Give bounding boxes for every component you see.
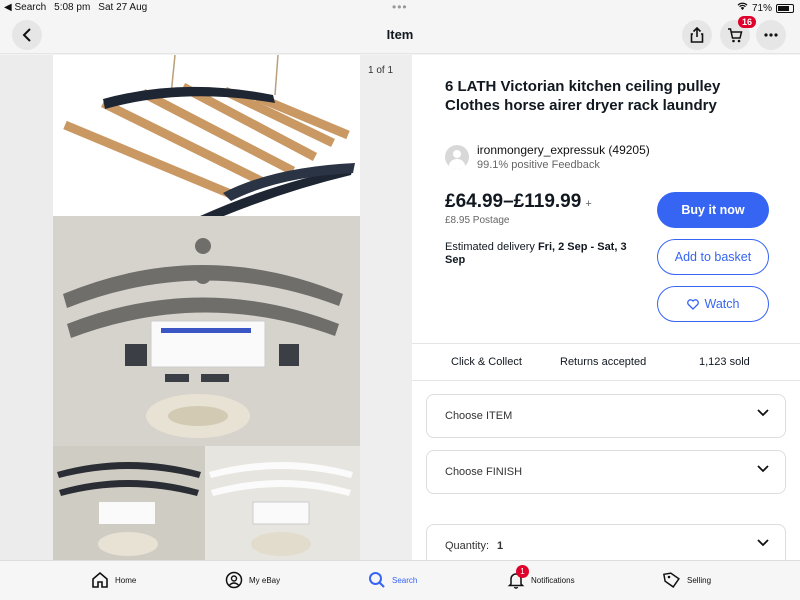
heart-icon <box>686 298 699 310</box>
postage-cost: £8.95 Postage <box>445 215 510 226</box>
tab-search[interactable]: Search <box>368 571 417 589</box>
quantity-label: Quantity: <box>445 540 490 552</box>
seller-name[interactable]: ironmongery_expressuk (49205) <box>477 143 650 157</box>
product-title: 6 LATH Victorian kitchen ceiling pulley … <box>445 78 721 114</box>
item-highlights: Click & Collect Returns accepted 1,123 s… <box>412 343 800 381</box>
cart-button[interactable]: 16 <box>720 16 756 50</box>
estimated-delivery: Estimated delivery Fri, 2 Sep - Sat, 3 S… <box>445 241 635 267</box>
status-time: 5:08 pm <box>54 2 91 13</box>
watch-button[interactable]: Watch <box>657 286 769 322</box>
back-to-app-link[interactable]: ◀ Search <box>4 2 46 13</box>
home-icon <box>92 571 108 588</box>
choose-item-select[interactable]: Choose ITEM <box>426 394 786 438</box>
bottom-tab-bar: Home My eBay Search 1 Notifications Sell… <box>0 560 800 600</box>
tab-notifications[interactable]: 1 Notifications <box>507 565 575 589</box>
multitask-dots[interactable]: ••• <box>392 0 408 14</box>
seller-feedback: 99.1% positive Feedback <box>477 159 600 171</box>
sold-count: 1,123 sold <box>699 356 750 368</box>
bell-icon-wrap: 1 <box>507 565 529 589</box>
price-plus: + <box>585 198 592 210</box>
wifi-icon <box>737 2 748 14</box>
chevron-down-icon <box>757 539 769 547</box>
choose-finish-select[interactable]: Choose FINISH <box>426 450 786 494</box>
product-photo-assembled[interactable] <box>53 55 360 231</box>
tab-selling-label: Selling <box>687 575 712 585</box>
status-date: Sat 27 Aug <box>98 2 148 13</box>
chevron-down-icon <box>757 409 769 417</box>
item-details: 6 LATH Victorian kitchen ceiling pulley … <box>412 55 800 568</box>
tab-selling[interactable]: Selling <box>663 571 711 589</box>
returns-label: Returns accepted <box>560 356 647 368</box>
cart-icon <box>728 27 743 42</box>
price-range: £64.99–£119.99 + <box>445 191 592 213</box>
buy-it-now-button[interactable]: Buy it now <box>657 192 769 228</box>
tab-my-ebay-label: My eBay <box>249 575 281 585</box>
tag-icon <box>663 572 680 588</box>
cart-count-badge: 16 <box>737 16 756 28</box>
product-photo-finishes[interactable] <box>53 446 360 560</box>
tab-my-ebay[interactable]: My eBay <box>225 571 280 589</box>
search-icon <box>369 572 385 588</box>
seller-info[interactable]: ironmongery_expressuk (49205) 99.1% posi… <box>445 143 650 171</box>
gallery-side-panel: 1 of 1 <box>360 55 412 560</box>
product-image-gallery[interactable] <box>53 55 360 560</box>
delivery-label: Estimated delivery <box>445 241 538 253</box>
notifications-badge: 1 <box>516 565 529 578</box>
status-bar: ◀ Search 5:08 pm Sat 27 Aug ••• 71% <box>0 0 800 16</box>
choose-finish-label: Choose FINISH <box>445 466 523 478</box>
tab-search-label: Search <box>392 575 418 585</box>
click-collect-label: Click & Collect <box>451 356 522 368</box>
product-photo-kit[interactable] <box>53 216 360 446</box>
more-button[interactable] <box>756 20 786 50</box>
gallery-margin <box>0 55 53 560</box>
watch-label: Watch <box>704 297 740 311</box>
chevron-down-icon <box>757 465 769 473</box>
page-title: Item <box>386 27 414 42</box>
nav-bar: Item 16 <box>0 16 800 54</box>
seller-avatar <box>445 145 469 169</box>
more-icon <box>764 33 778 37</box>
battery-icon <box>776 3 794 13</box>
share-button[interactable] <box>682 20 712 50</box>
tab-home[interactable]: Home <box>91 571 136 589</box>
price-value: £64.99–£119.99 <box>445 191 582 212</box>
image-counter: 1 of 1 <box>368 65 394 76</box>
battery-percent: 71% <box>751 2 772 14</box>
quantity-value: 1 <box>497 540 504 552</box>
choose-item-label: Choose ITEM <box>445 410 513 422</box>
tab-notifications-label: Notifications <box>531 575 575 585</box>
user-icon <box>225 571 243 589</box>
add-to-basket-button[interactable]: Add to basket <box>657 239 769 275</box>
share-icon <box>690 27 704 43</box>
tab-home-label: Home <box>115 575 137 585</box>
quantity-field: Quantity: 1 <box>445 540 503 552</box>
